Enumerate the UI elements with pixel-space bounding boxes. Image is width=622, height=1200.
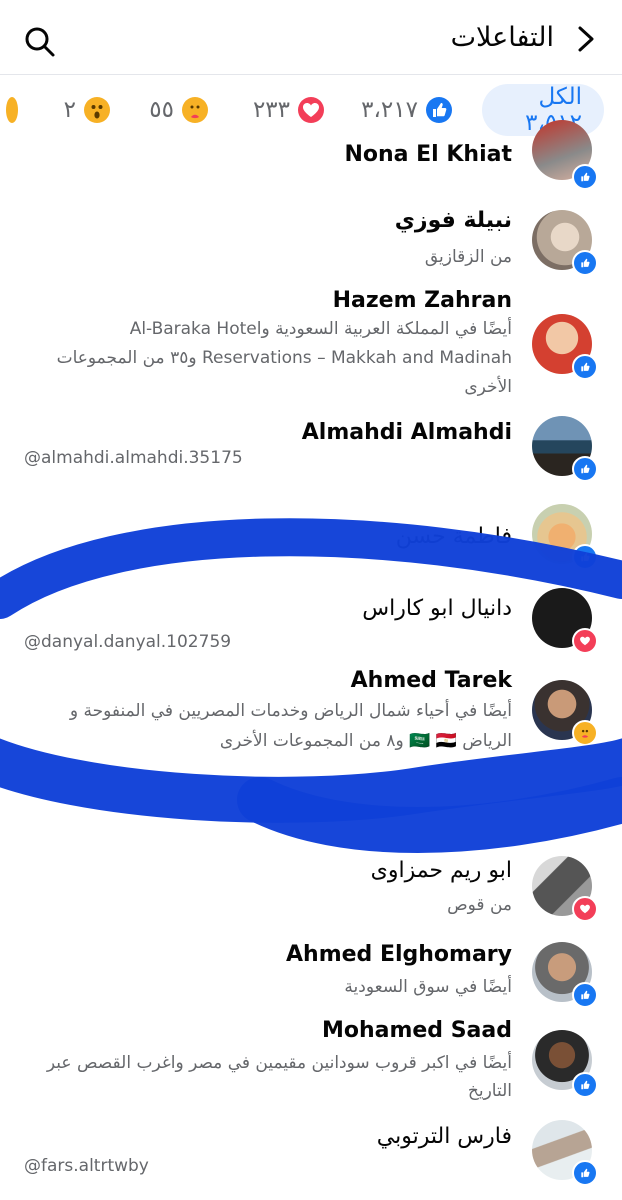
person-name: Ahmed Tarek <box>350 668 512 693</box>
list-item[interactable]: Ahmed Elghomary أيضًا في سوق السعودية <box>0 940 622 1012</box>
person-subtitle-line: الرياض 🇸🇦 🇪🇬 و٨ من المجموعات الأخرى <box>219 731 512 751</box>
list-item[interactable]: Ahmed Tarek أيضًا في أحياء شمال الرياض و… <box>0 664 622 764</box>
tab-like-count: ٣،٢١٧ <box>361 97 418 123</box>
person-subtitle-line: أيضًا في اكبر قروب سودانين مقيمين في مصر… <box>46 1053 512 1073</box>
list-item[interactable]: فاطمة حسن <box>0 504 622 570</box>
top-bar: التفاعلات <box>0 0 622 75</box>
list-item[interactable]: Almahdi Almahdi @almahdi.almahdi.35175 <box>0 416 622 488</box>
tab-love-count: ٢٣٣ <box>252 97 290 123</box>
person-name: Nona El Khiat <box>344 142 512 167</box>
tab-like[interactable]: ٣،٢١٧ <box>361 84 452 136</box>
care-icon <box>182 97 208 123</box>
tab-love[interactable]: ٢٣٣ <box>253 84 324 136</box>
list-item[interactable]: دانيال ابو كاراس @danyal.danyal.102759 <box>0 588 622 660</box>
person-subtitle-line: أيضًا في المملكة العربية السعودية وAl-Ba… <box>129 319 512 339</box>
person-name: Ahmed Elghomary <box>286 942 512 967</box>
chevron-back-icon[interactable] <box>574 24 600 54</box>
person-name: Almahdi Almahdi <box>301 420 512 445</box>
person-name: Mohamed Saad <box>321 1018 512 1043</box>
person-name: Hazem Zahran <box>332 288 512 313</box>
like-icon <box>572 544 598 570</box>
person-name: ابو ريم حمزاوى <box>370 858 512 883</box>
person-handle: @almahdi.almahdi.35175 <box>24 448 243 468</box>
like-icon <box>572 982 598 1008</box>
like-icon <box>572 1072 598 1098</box>
list-item[interactable]: Hazem Zahran أيضًا في المملكة العربية ال… <box>0 284 622 397</box>
list-item[interactable]: نبيلة فوزي من الزقازيق <box>0 204 622 276</box>
person-subtitle: من قوص <box>447 895 512 915</box>
like-icon <box>572 456 598 482</box>
person-name: دانيال ابو كاراس <box>362 596 512 621</box>
like-icon <box>572 1160 598 1186</box>
heart-icon <box>572 628 598 654</box>
reaction-tabs: الكل ٣،٥١٢ ٣،٢١٧ ٢٣٣ ٥٥ ٢ <box>0 78 622 148</box>
page-title: التفاعلات <box>450 22 554 53</box>
person-subtitle: أيضًا في سوق السعودية <box>344 977 512 997</box>
person-subtitle-line: التاريخ <box>467 1081 512 1101</box>
person-handle: @danyal.danyal.102759 <box>24 632 232 652</box>
list-item[interactable]: Nona El Khiat <box>0 120 622 190</box>
search-icon[interactable] <box>24 26 56 58</box>
heart-icon <box>298 97 324 123</box>
wow-icon <box>84 97 110 123</box>
person-subtitle-line: Reservations – Makkah and Madinah و٣٥ من… <box>56 348 512 368</box>
list-item[interactable]: فارس الترتوبي @fars.altrtwby <box>0 1120 622 1192</box>
person-name: فارس الترتوبي <box>376 1124 512 1149</box>
person-handle: @fars.altrtwby <box>24 1156 149 1176</box>
like-icon <box>426 97 452 123</box>
list-item[interactable]: ابو ريم حمزاوى من قوص <box>0 852 622 924</box>
list-item[interactable]: Mohamed Saad أيضًا في اكبر قروب سودانين … <box>0 1016 622 1112</box>
person-subtitle-line: الأخرى <box>464 377 512 397</box>
heart-icon <box>572 896 598 922</box>
reaction-icon <box>6 97 18 123</box>
like-icon <box>572 250 598 276</box>
tab-more[interactable] <box>0 84 18 136</box>
tab-care-count: ٥٥ <box>149 97 174 123</box>
tab-wow-count: ٢ <box>63 97 76 123</box>
like-icon <box>572 354 598 380</box>
person-subtitle: من الزقازيق <box>424 247 512 267</box>
tab-wow[interactable]: ٢ <box>64 84 110 136</box>
person-name: نبيلة فوزي <box>394 208 512 233</box>
like-icon <box>572 164 598 190</box>
tab-care[interactable]: ٥٥ <box>149 84 208 136</box>
person-name: فاطمة حسن <box>395 524 512 549</box>
person-subtitle-line: أيضًا في أحياء شمال الرياض وخدمات المصري… <box>69 701 512 721</box>
care-icon <box>572 720 598 746</box>
